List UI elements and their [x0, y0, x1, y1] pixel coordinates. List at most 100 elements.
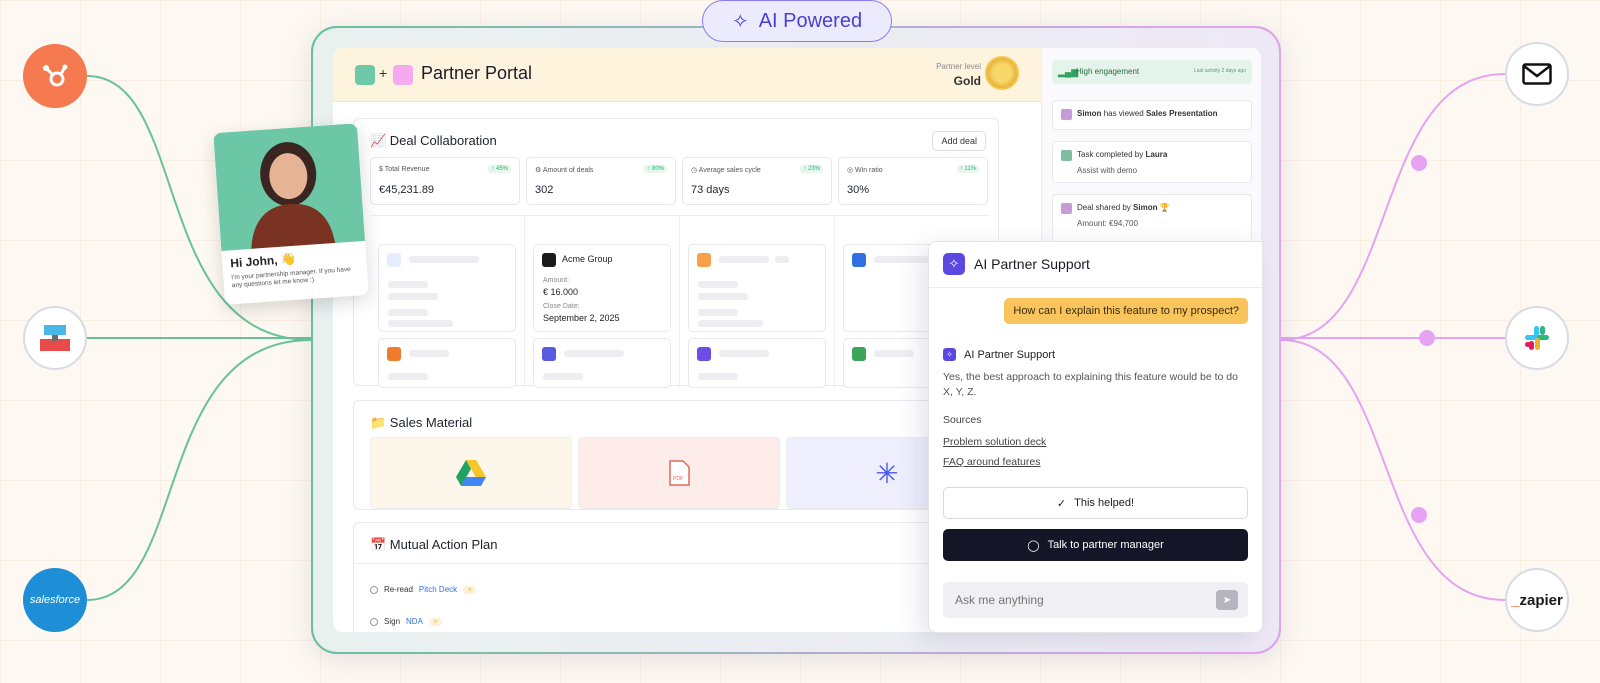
sales-material-title: 📁 Sales Material — [370, 415, 473, 430]
salesforce-icon[interactable]: salesforce — [23, 568, 87, 632]
salesforce-label: salesforce — [29, 594, 81, 606]
acme-close-label: Close Date: — [543, 303, 580, 310]
user-message: How can I explain this feature to my pro… — [1004, 298, 1248, 324]
ai-powered-label: AI Powered — [758, 9, 863, 32]
company-logo-icon — [387, 347, 401, 361]
deal-pipeline: Acme Group Amount: € 16.000 Close Date: … — [370, 215, 990, 388]
metric-change: ↑ 45% — [488, 165, 511, 173]
sales-material-card: 📁 Sales Material PDF ✳ — [353, 400, 999, 510]
metric-label: ◷ Average sales cycle — [691, 167, 761, 174]
app-icon[interactable] — [23, 306, 87, 370]
check-icon: ✓ — [1056, 497, 1067, 510]
activity-text: Simon has viewed Sales Presentation — [1077, 109, 1218, 118]
mail-icon[interactable] — [1505, 42, 1569, 106]
add-deal-button[interactable]: Add deal — [932, 131, 986, 151]
metric-label: ◎ Win ratio — [847, 167, 883, 174]
metric-value: 302 — [535, 184, 554, 196]
task-row[interactable]: Re-read Pitch Deck » — [370, 585, 477, 594]
mutual-action-plan-card: 📅 Mutual Action Plan Re-read Pitch Deck … — [353, 522, 999, 632]
company-logo-icon — [697, 253, 711, 267]
activity-item[interactable]: Simon has viewed Sales Presentation — [1052, 100, 1252, 130]
bot-header: ✧ AI Partner Support — [943, 348, 1055, 361]
engagement-label: High engagement — [1076, 67, 1140, 76]
avatar — [1061, 203, 1072, 214]
activity-text: Task completed by Laura — [1077, 150, 1167, 159]
source-link[interactable]: Problem solution deck — [943, 436, 1046, 448]
hubspot-icon[interactable] — [23, 44, 87, 108]
talk-label: Talk to partner manager — [1047, 539, 1164, 551]
mutual-action-plan-title: 📅 Mutual Action Plan — [370, 537, 498, 552]
manager-portrait-icon — [251, 142, 336, 249]
last-activity: Last activity 2 days ago — [1194, 68, 1246, 74]
deal-tile[interactable] — [378, 244, 516, 332]
manager-photo — [213, 123, 366, 251]
task-checkbox[interactable] — [370, 617, 378, 626]
this-helped-label: This helped! — [1074, 497, 1135, 509]
metric-change: ↑ 11% — [956, 165, 979, 173]
activity-actor: Simon 🏆 — [1133, 203, 1170, 212]
ask-input[interactable] — [943, 582, 1248, 618]
activity-verb: Deal shared by — [1077, 203, 1131, 212]
deal-collaboration-title: 📈 Deal Collaboration — [370, 133, 497, 148]
activity-verb: has viewed — [1103, 109, 1144, 118]
task-text: Sign — [384, 617, 401, 626]
acme-amount-value: € 16.000 — [543, 287, 579, 297]
deal-tile[interactable] — [378, 338, 516, 388]
acme-amount-label: Amount: — [543, 277, 570, 284]
deal-tile[interactable] — [688, 338, 826, 388]
task-link[interactable]: Pitch Deck — [419, 585, 457, 594]
deal-tile-acme[interactable]: Acme Group Amount: € 16.000 Close Date: … — [533, 244, 671, 332]
portal-header: + Partner Portal Partner level Gold — [333, 48, 1041, 102]
pipeline-column — [680, 216, 835, 388]
metric-value: 30% — [847, 184, 870, 196]
metric-win-ratio: ◎ Win ratio ↑ 11% 30% — [838, 157, 988, 205]
zapier-icon[interactable]: zapier — [1505, 568, 1569, 632]
ai-powered-badge: ✧ AI Powered — [702, 0, 892, 42]
task-text: Re-read — [384, 585, 413, 594]
google-drive-icon — [456, 460, 486, 486]
task-chip: » — [428, 617, 443, 626]
bot-avatar-icon: ✧ — [943, 348, 956, 361]
metric-value: €45,231.89 — [379, 184, 435, 196]
acme-close-value: September 2, 2025 — [543, 313, 620, 323]
activity-sub: Assist with demo — [1077, 166, 1138, 175]
slack-icon[interactable] — [1505, 306, 1569, 370]
this-helped-button[interactable]: ✓ This helped! — [943, 487, 1248, 519]
metric-change: ↑ 80% — [644, 165, 667, 173]
task-checkbox[interactable] — [370, 585, 378, 594]
source-link[interactable]: FAQ around features — [943, 456, 1040, 468]
engagement-status: ▂▄▆ High engagement Last activity 2 days… — [1052, 60, 1252, 84]
pdf-tile[interactable]: PDF — [578, 437, 780, 509]
company-logo-icon — [387, 253, 401, 267]
pipeline-column — [370, 216, 525, 388]
bot-name: AI Partner Support — [964, 348, 1056, 361]
company-logo-icon — [852, 253, 866, 267]
activity-text: Deal shared by Simon 🏆 — [1077, 203, 1170, 212]
google-drive-tile[interactable] — [370, 437, 572, 509]
sources-label: Sources — [943, 414, 982, 426]
metric-total-revenue: $ Total Revenue ↑ 45% €45,231.89 — [370, 157, 520, 205]
avatar — [1061, 150, 1072, 161]
sparkle-icon: ✧ — [731, 10, 749, 33]
company-logo-icon — [852, 347, 866, 361]
pdf-icon: PDF — [669, 460, 690, 486]
zapier-label: zapier — [1511, 592, 1562, 609]
deal-tile[interactable] — [688, 244, 826, 332]
ai-sparkle-icon: ✧ — [943, 253, 965, 275]
metric-amount-of-deals: ⚙ Amount of deals ↑ 80% 302 — [526, 157, 676, 205]
chat-title: AI Partner Support — [974, 256, 1090, 272]
send-icon[interactable]: ➤ — [1216, 590, 1238, 610]
talk-to-partner-manager-button[interactable]: ◯ Talk to partner manager — [943, 529, 1248, 561]
activity-actor: Laura — [1145, 150, 1168, 159]
activity-item[interactable]: Task completed by Laura Assist with demo — [1052, 141, 1252, 183]
task-row[interactable]: Sign NDA » — [370, 617, 443, 626]
deal-tile[interactable] — [533, 338, 671, 388]
pipeline-column: Acme Group Amount: € 16.000 Close Date: … — [525, 216, 680, 388]
partner-level-label: Partner level — [936, 62, 981, 71]
task-link[interactable]: NDA — [406, 617, 423, 626]
metric-label: $ Total Revenue — [379, 166, 430, 173]
task-chip: » — [463, 585, 477, 594]
gold-badge-icon — [985, 56, 1019, 90]
logo-plus: + — [379, 65, 388, 81]
company-logo-icon — [542, 347, 556, 361]
